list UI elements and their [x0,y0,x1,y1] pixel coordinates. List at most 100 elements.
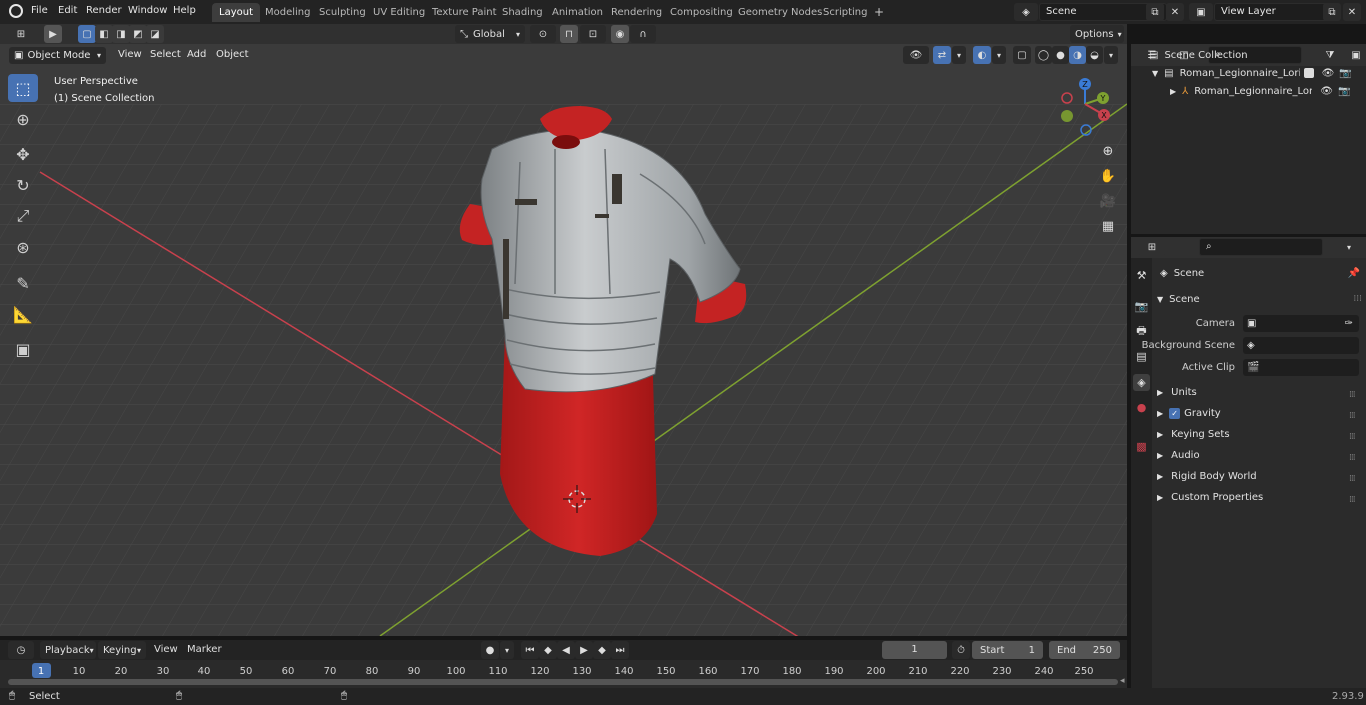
xray-toggle-icon[interactable]: ▢ [1013,46,1031,64]
panel-rigid-body-world[interactable]: ▶ Rigid Body World [1157,471,1257,482]
viewport-menu-select[interactable]: Select [150,49,181,60]
play-reverse-icon[interactable]: ◀ [557,641,575,659]
material-shading-icon[interactable]: ◑ [1069,46,1086,64]
expand-arrow-icon[interactable]: ▶ [1170,87,1176,96]
tool-tab-icon[interactable]: ⚒ [1133,267,1150,284]
drag-handle-icon[interactable]: ⁞⁞⁞ [1353,294,1362,304]
pin-icon[interactable]: 📌 [1348,268,1360,279]
prev-keyframe-icon[interactable]: ◆ [539,641,557,659]
outliner-item-scene-collection[interactable]: ▤ Scene Collection [1149,47,1248,63]
world-tab-icon[interactable]: ● [1133,399,1150,416]
panel-keying-sets[interactable]: ▶ Keying Sets [1157,429,1230,440]
end-frame-field[interactable]: End 250 [1049,641,1120,659]
timeline-editor-icon[interactable]: ◷ [8,641,34,659]
select-mode-invert-icon[interactable]: ◩ [129,25,147,43]
tool-annotate[interactable]: ✎ [8,269,38,297]
drag-handle-icon[interactable]: ⁞⁞⁞ [1349,474,1356,484]
zoom-icon[interactable]: ⊕ [1097,140,1119,162]
menu-file[interactable]: File [31,5,48,16]
transform-orientation-dropdown[interactable]: ⤡ Global ▾ [455,25,525,43]
viewport-menu-add[interactable]: Add [187,49,206,60]
menu-help[interactable]: Help [173,5,196,16]
properties-editor-icon[interactable]: ⊞ [1139,238,1165,256]
tab-uv-editing[interactable]: UV Editing [366,3,432,22]
outliner-item-lorica-collection[interactable]: ▼ ▤ Roman_Legionnaire_Lorica_V 👁 📷 [1152,65,1362,81]
keying-dropdown[interactable]: Keying ▾ [98,641,146,659]
add-workspace-button[interactable]: + [867,3,891,22]
tab-scripting[interactable]: Scripting [816,3,874,22]
expand-arrow-icon[interactable]: ▼ [1152,69,1158,78]
tab-geometry-nodes[interactable]: Geometry Nodes [731,3,829,22]
select-mode-intersect-icon[interactable]: ◪ [146,25,164,43]
tool-scale[interactable]: ⤢ [8,202,38,230]
next-keyframe-icon[interactable]: ◆ [593,641,611,659]
camera-render-icon[interactable]: 📷 [1338,86,1350,97]
select-mode-extend-icon[interactable]: ◧ [95,25,113,43]
tool-select-box[interactable]: ⬚ [8,74,38,102]
drag-handle-icon[interactable]: ⁞⁞⁞ [1349,390,1356,400]
render-tab-icon[interactable]: 📷 [1133,298,1150,315]
pivot-point-icon[interactable]: ⊙ [530,25,556,43]
timeline-menu-marker[interactable]: Marker [187,644,222,655]
orthographic-grid-icon[interactable]: ▦ [1097,215,1119,237]
keyframe-dropdown-icon[interactable]: ▾ [500,641,514,659]
tab-modeling[interactable]: Modeling [258,3,318,22]
gizmo-neg-z[interactable] [1080,124,1092,136]
camera-field[interactable]: ▣ ✑ [1243,315,1359,332]
output-tab-icon[interactable]: 🖶 [1133,323,1150,340]
blender-logo-icon[interactable] [9,4,23,18]
shading-dropdown-icon[interactable]: ▾ [1104,46,1118,64]
gizmo-toggle-icon[interactable]: ⇄ [933,46,951,64]
camera-view-icon[interactable]: 🎥 [1097,190,1119,212]
properties-search-input[interactable]: ⌕ [1199,238,1323,256]
menu-render[interactable]: Render [86,5,122,16]
menu-window[interactable]: Window [128,5,167,16]
texture-tab-icon[interactable]: ▩ [1133,438,1150,455]
snap-target-icon[interactable]: ⊡ [580,25,606,43]
solid-shading-icon[interactable]: ● [1052,46,1069,64]
view-layer-selector-icon[interactable]: ▣ [1189,3,1213,21]
active-clip-field[interactable]: 🎬 [1243,359,1359,376]
rendered-shading-icon[interactable]: ◒ [1086,46,1103,64]
tab-layout[interactable]: Layout [212,3,260,22]
tab-compositing[interactable]: Compositing [663,3,740,22]
panel-custom-properties[interactable]: ▶ Custom Properties [1157,492,1263,503]
tool-measure[interactable]: 📐 [8,300,38,328]
gizmo-dropdown-icon[interactable]: ▾ [952,46,966,64]
editor-type-icon[interactable]: ⊞ [8,25,34,43]
drag-handle-icon[interactable]: ⁞⁞⁞ [1349,495,1356,505]
background-scene-field[interactable]: ◈ [1243,337,1359,354]
gravity-checkbox[interactable]: ✓ [1169,408,1181,419]
properties-options-icon[interactable]: ▾ [1339,238,1359,256]
exclude-checkbox[interactable] [1303,68,1314,78]
tool-cursor[interactable]: ⊕ [8,105,38,133]
drag-handle-icon[interactable]: ⁞⁞⁞ [1349,432,1356,442]
tool-transform[interactable]: ⊛ [8,233,38,261]
remove-scene-icon[interactable]: ✕ [1166,3,1184,21]
eye-icon[interactable]: 👁 [1320,86,1333,97]
drag-handle-icon[interactable]: ⁞⁞⁞ [1349,453,1356,463]
viewport-menu-object[interactable]: Object [216,49,249,60]
tab-animation[interactable]: Animation [545,3,610,22]
3d-viewport[interactable] [0,44,1127,636]
tab-rendering[interactable]: Rendering [604,3,669,22]
current-frame-field[interactable]: 1 [882,641,947,659]
proportional-falloff-icon[interactable]: ∩ [630,25,656,43]
tab-sculpting[interactable]: Sculpting [312,3,373,22]
proportional-edit-icon[interactable]: ◉ [611,25,629,43]
menu-edit[interactable]: Edit [58,5,77,16]
scroll-arrow-icon[interactable]: ◂ [1120,676,1125,686]
overlays-dropdown-icon[interactable]: ▾ [992,46,1006,64]
new-scene-icon[interactable]: ⧉ [1146,3,1164,21]
jump-start-icon[interactable]: ⏮ [521,641,539,659]
use-preview-range-icon[interactable]: ⏱ [952,641,970,659]
play-icon[interactable]: ▶ [575,641,593,659]
eye-icon[interactable]: 👁 [1322,68,1335,79]
new-view-layer-icon[interactable]: ⧉ [1323,3,1341,21]
snap-icon[interactable]: ⊓ [560,25,578,43]
select-mode-subtract-icon[interactable]: ◨ [112,25,130,43]
navigation-gizmo[interactable]: Z Y X [1055,74,1117,136]
eyedropper-icon[interactable]: ✑ [1345,315,1353,332]
scene-selector-icon[interactable]: ◈ [1014,3,1038,21]
viewport-menu-view[interactable]: View [118,49,142,60]
